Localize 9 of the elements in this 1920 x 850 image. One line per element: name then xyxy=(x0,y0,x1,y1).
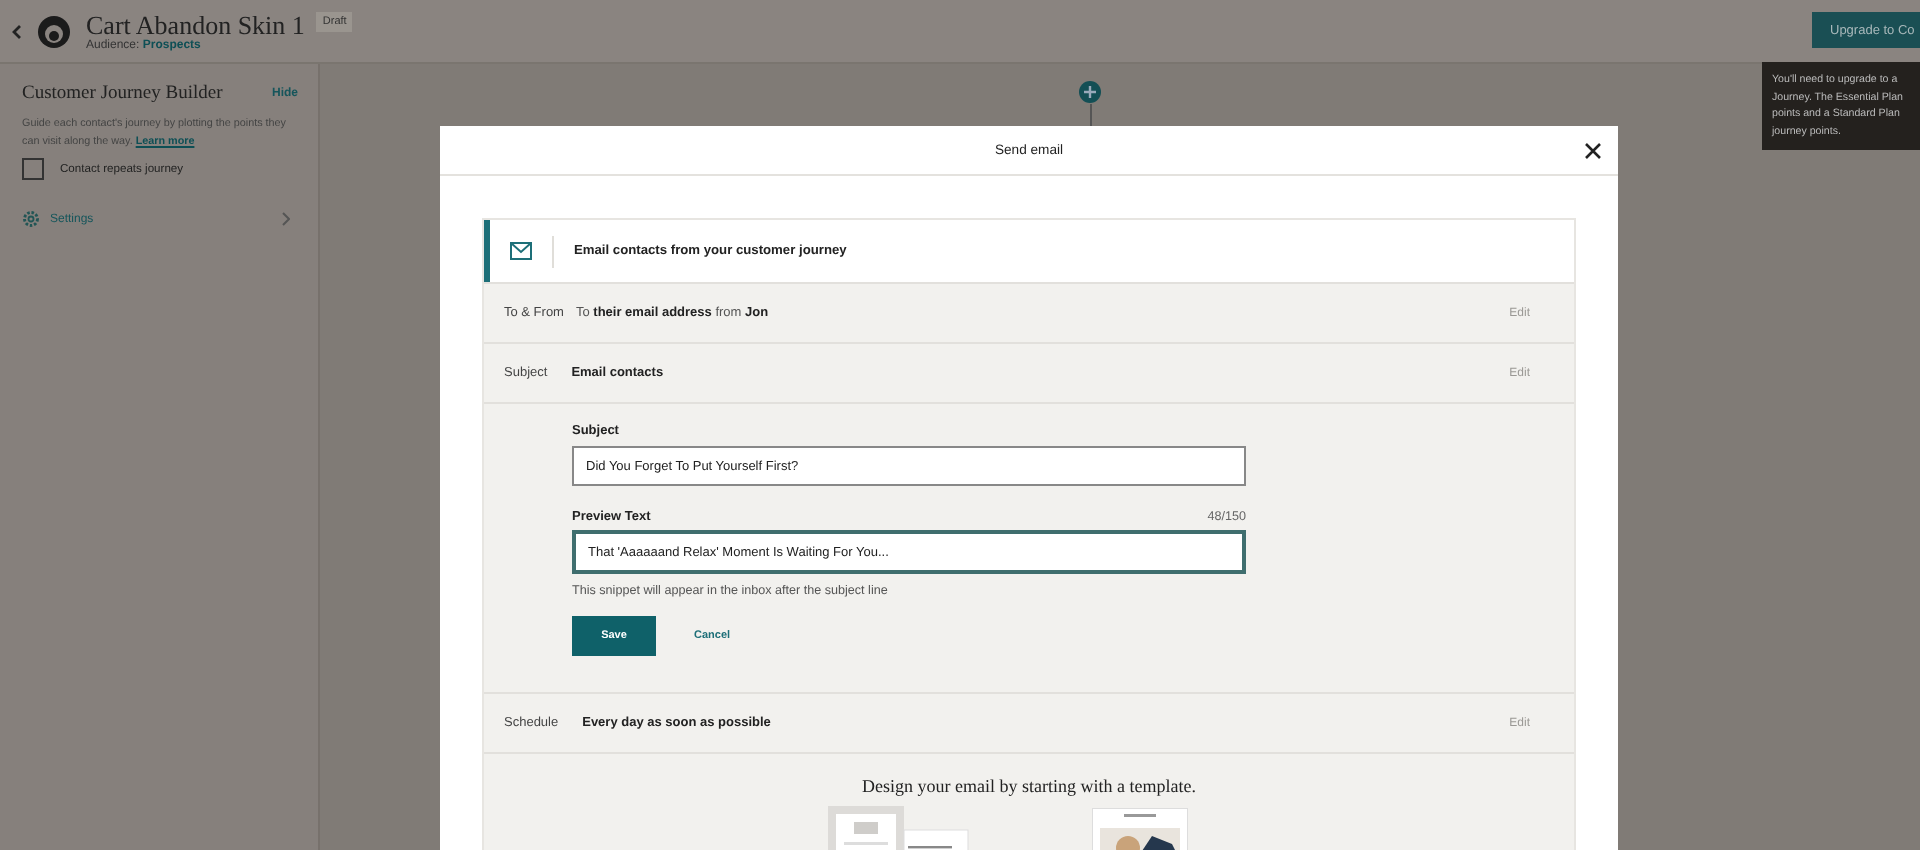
gear-icon xyxy=(22,210,40,228)
journey-title: Cart Abandon Skin 1 xyxy=(86,11,305,39)
close-icon[interactable] xyxy=(1584,142,1602,160)
sidebar-title: Customer Journey Builder xyxy=(22,84,223,104)
checkbox[interactable] xyxy=(22,158,44,180)
envelope-icon xyxy=(510,242,532,260)
design-heading: Design your email by starting with a template. xyxy=(862,776,1196,796)
add-step-icon[interactable] xyxy=(1078,80,1102,104)
chevron-right-icon xyxy=(282,212,290,226)
